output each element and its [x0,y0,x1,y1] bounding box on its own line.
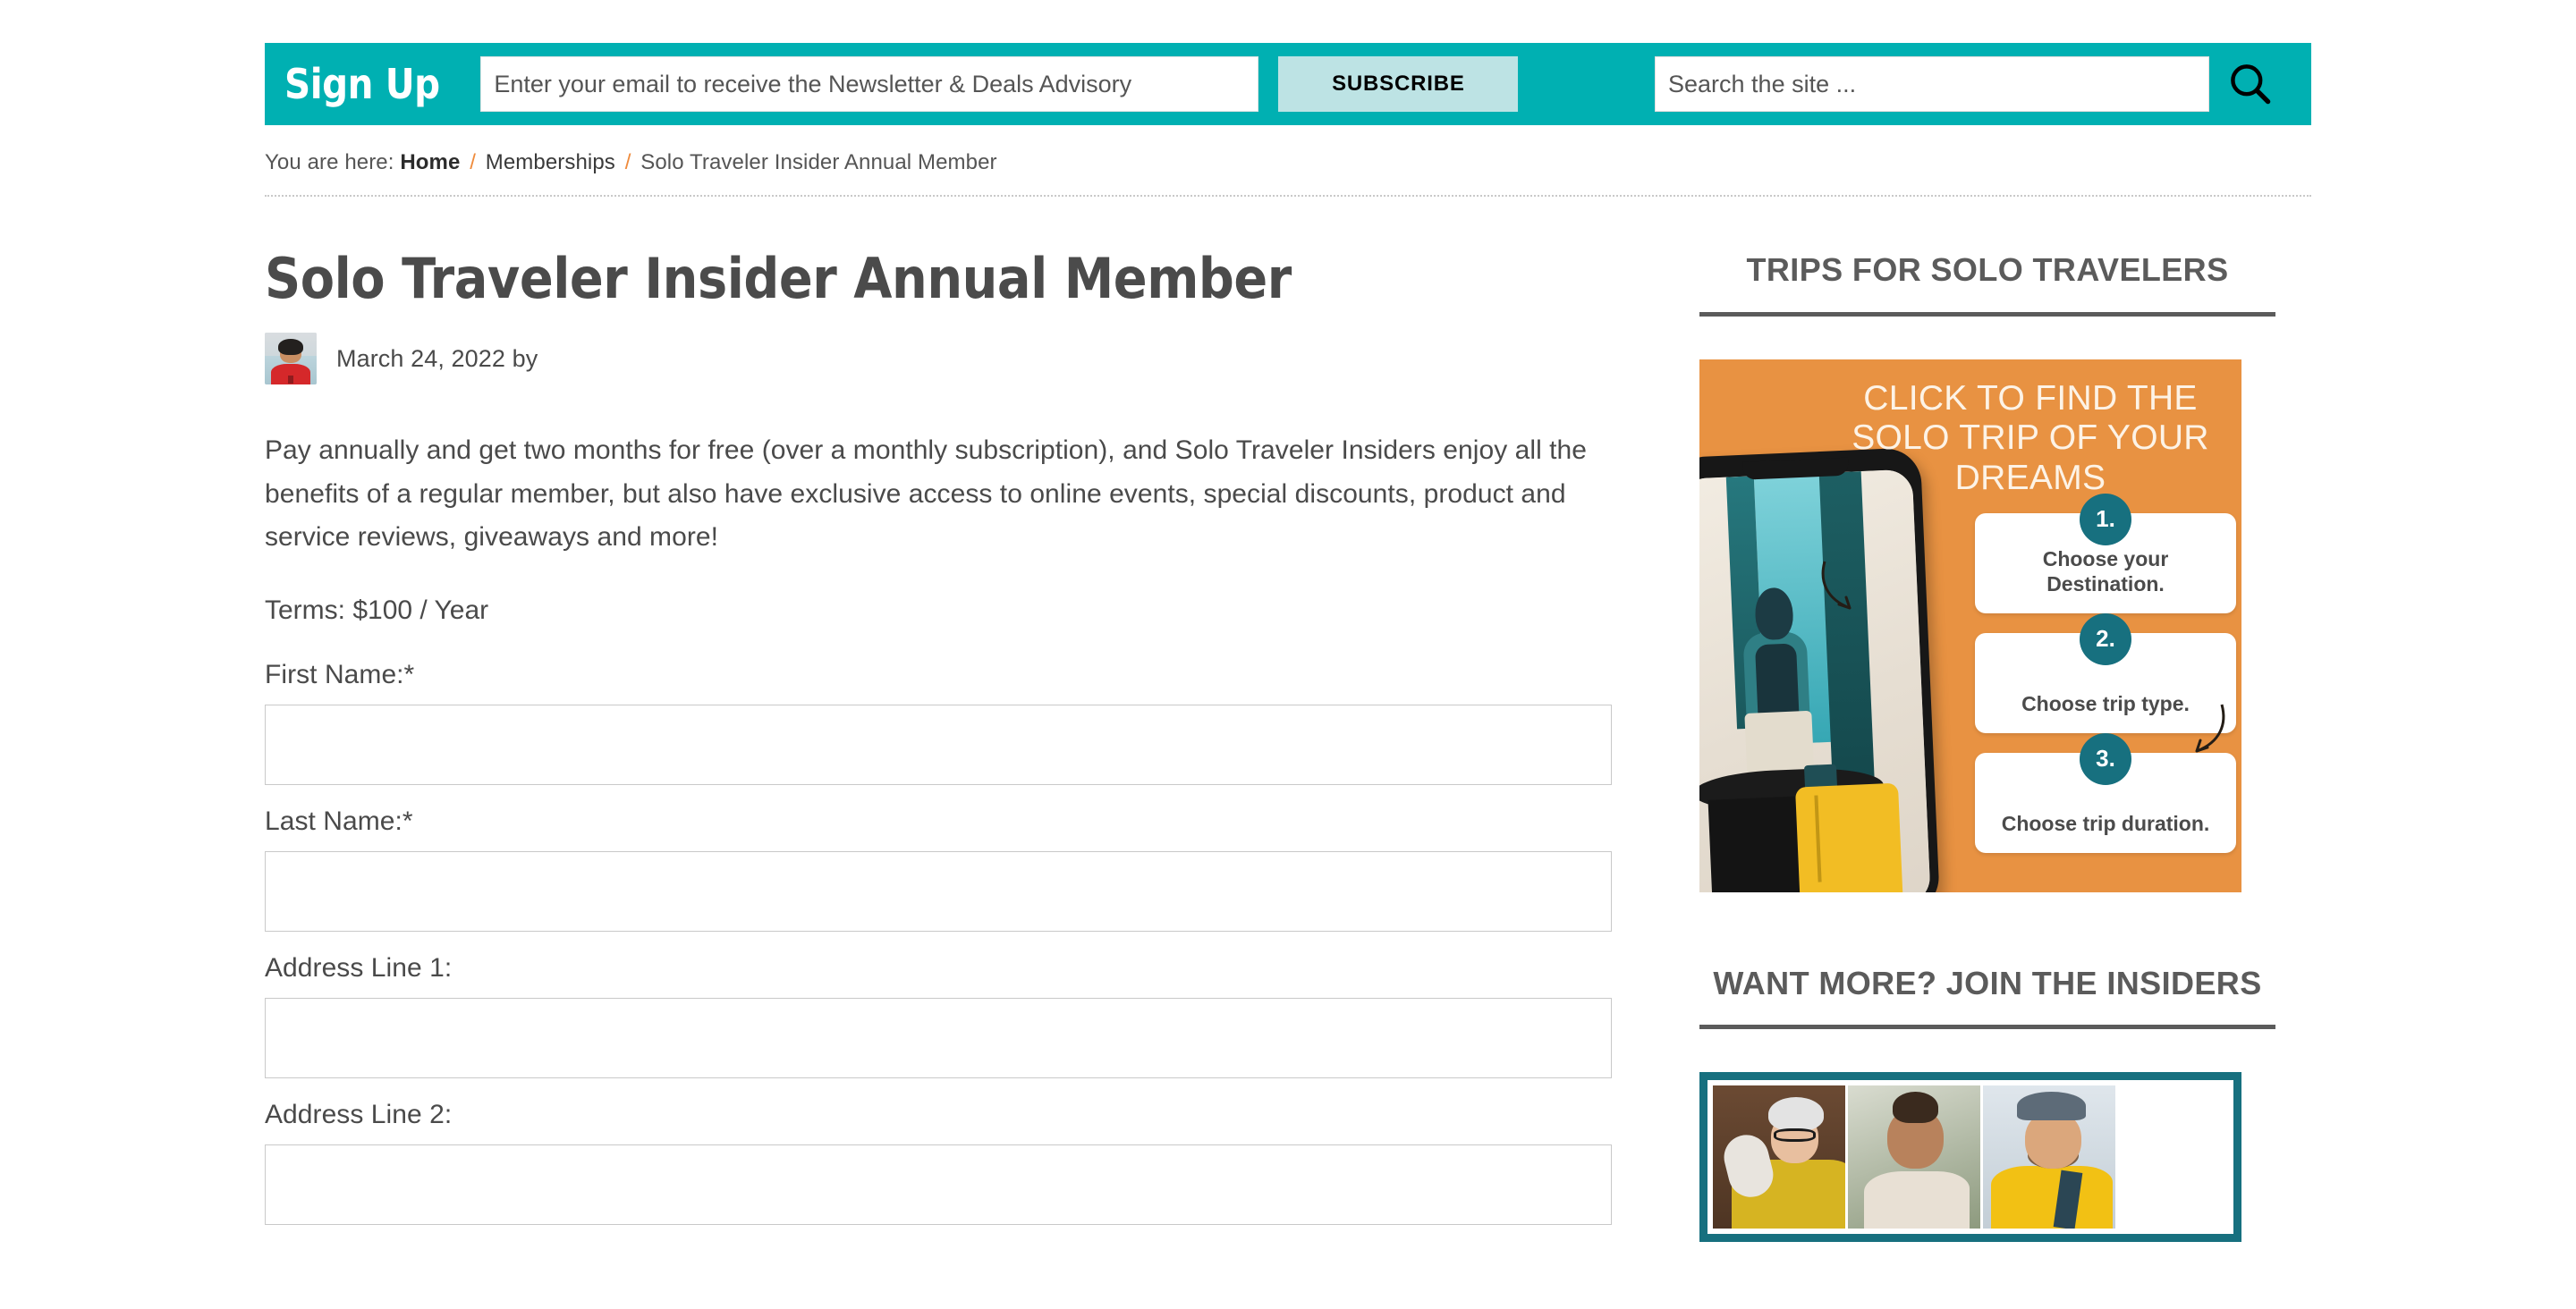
field-label-address-line-1: Address Line 1: [265,952,453,983]
ad-step-number: 3. [2080,732,2131,785]
ad-step-number: 2. [2080,612,2131,665]
sidebar: TRIPS FOR SOLO TRAVELERS CLICK TO FIND T… [1699,249,2275,1309]
field-label-last-name: Last Name:* [265,806,413,836]
breadcrumb-memberships-link[interactable]: Memberships [486,150,615,174]
field-label-first-name: First Name:* [265,659,415,689]
entry-date: March 24, 2022 by [336,344,538,372]
insiders-banner[interactable] [1699,1072,2241,1243]
entry-body: Pay annually and get two months for free… [265,429,1612,560]
breadcrumb-current: Solo Traveler Insider Annual Member [640,150,997,174]
ad-step-text: Choose trip type. [2021,692,2190,715]
membership-form: First Name:* Last Name:* Address Line 1:… [265,660,1612,1225]
ad-headline: CLICK TO FIND THE SOLO TRIP OF YOUR DREA… [1852,378,2209,497]
page-title: Solo Traveler Insider Annual Member [265,246,1292,311]
avatar [265,333,317,385]
insider-photo-man-cap [1983,1085,2115,1229]
insider-photo-woman-smiling [1848,1085,1980,1229]
field-address-line-2: Address Line 2: [265,1100,1612,1225]
address-line-2-input[interactable] [265,1144,1612,1225]
signup-search-bar: Sign Up SUBSCRIBE [265,43,2311,125]
entry-paragraph: Pay annually and get two months for free… [265,435,1588,553]
page-root: Sign Up SUBSCRIBE You are here: Home / M… [0,43,2576,1309]
address-line-1-input[interactable] [265,997,1612,1078]
field-address-line-1: Address Line 1: [265,953,1612,1078]
ad-step-item: 1. Choose your Destination. [1975,493,2236,613]
search-input[interactable] [1655,56,2209,112]
field-first-name: First Name:* [265,660,1612,785]
first-name-input[interactable] [265,704,1612,785]
search-zone [1655,55,2292,114]
last-name-input[interactable] [265,850,1612,932]
subscribe-button[interactable]: SUBSCRIBE [1278,56,1519,112]
trips-ad-banner[interactable]: CLICK TO FIND THE SOLO TRIP OF YOUR DREA… [1699,359,2241,892]
widget-title-insiders: WANT MORE? JOIN THE INSIDERS [1699,962,2275,1030]
phone-mockup-image [1699,446,1941,892]
email-input[interactable] [480,56,1259,112]
widget-title-trips: TRIPS FOR SOLO TRAVELERS [1699,249,2275,317]
breadcrumb-separator: / [470,150,476,174]
main-content: Solo Traveler Insider Annual Member Marc… [265,246,1612,1309]
ad-step-text: Choose your Destination. [2042,547,2169,595]
breadcrumb-separator: / [624,150,631,174]
ad-step-item: 3. Choose trip duration. [1975,732,2236,853]
insiders-blank-area [2118,1085,2228,1229]
search-icon [2231,64,2271,105]
terms-text: Terms: $100 / Year [265,595,489,625]
widget-trips-for-solo-travelers: TRIPS FOR SOLO TRAVELERS CLICK TO FIND T… [1699,249,2275,892]
search-submit-button[interactable] [2209,55,2292,114]
breadcrumb-prefix: You are here: [265,150,394,174]
insider-photo-woman-glasses [1713,1085,1845,1229]
entry-meta: March 24, 2022 by [265,333,1612,385]
curved-arrow-icon [2195,704,2225,753]
breadcrumb-home-link[interactable]: Home [400,150,460,174]
field-label-address-line-2: Address Line 2: [265,1099,453,1129]
site-container: Sign Up SUBSCRIBE You are here: Home / M… [265,43,2311,1309]
ad-steps-list: 1. Choose your Destination. 2. Choose tr… [1975,493,2236,873]
ad-step-text: Choose trip duration. [2001,812,2210,835]
signup-label: Sign Up [284,60,440,108]
field-last-name: Last Name:* [265,807,1612,932]
ad-step-number: 1. [2080,493,2131,545]
widget-want-more-join-insiders: WANT MORE? JOIN THE INSIDERS [1699,962,2275,1243]
breadcrumb: You are here: Home / Memberships / Solo … [265,125,2311,197]
curved-arrow-icon [1821,561,1852,610]
page-columns: Solo Traveler Insider Annual Member Marc… [265,197,2311,1309]
